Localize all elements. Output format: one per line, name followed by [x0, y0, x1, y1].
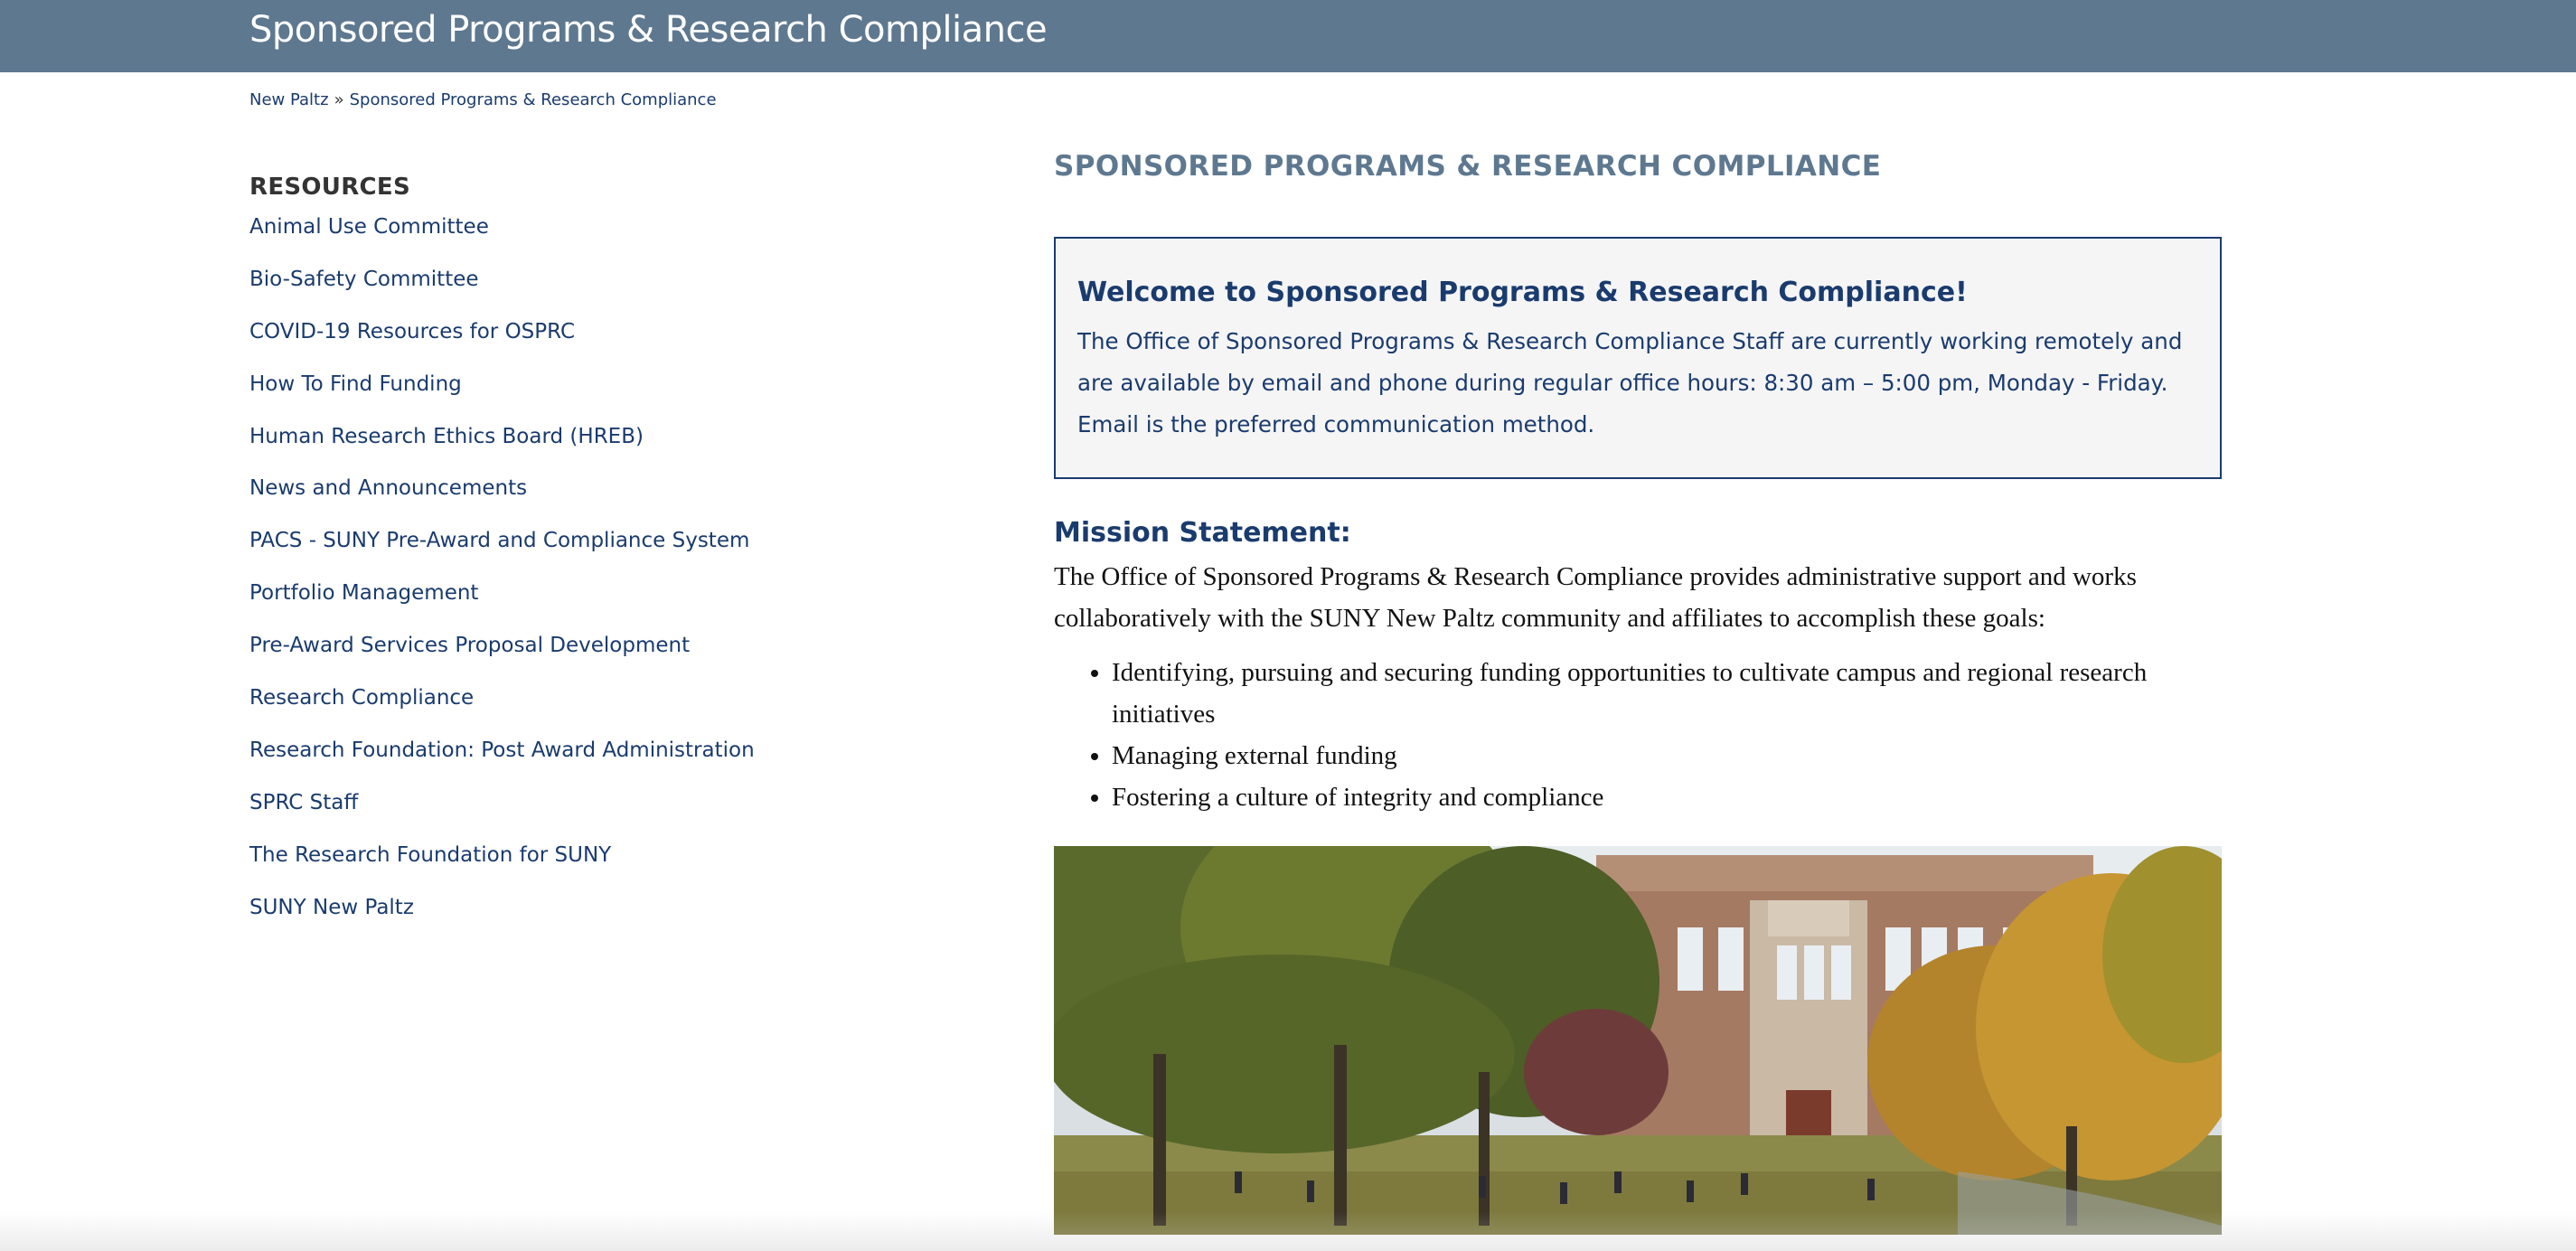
- sidebar-item-covid: COVID-19 Resources for OSPRC: [249, 320, 900, 372]
- resources-sidebar: RESOURCES Animal Use Committee Bio-Safet…: [249, 174, 900, 947]
- sidebar-link-hreb[interactable]: Human Research Ethics Board (HREB): [249, 425, 644, 448]
- mission-title: Mission Statement:: [1054, 517, 1351, 549]
- sidebar-item-research-foundation: The Research Foundation for SUNY: [249, 843, 900, 896]
- sidebar-item-pre-award: Pre-Award Services Proposal Development: [249, 634, 900, 686]
- goals-list: Identifying, pursuing and securing fundi…: [1054, 652, 2222, 818]
- sidebar-link-suny-new-paltz[interactable]: SUNY New Paltz: [249, 896, 414, 919]
- sidebar-item-find-funding: How To Find Funding: [249, 372, 900, 425]
- campus-photo-illustration: [1054, 846, 2222, 1235]
- mission-text: The Office of Sponsored Programs & Resea…: [1054, 562, 2137, 633]
- sidebar-item-news: News and Announcements: [249, 476, 900, 529]
- goal-item: Fostering a culture of integrity and com…: [1112, 776, 2178, 818]
- welcome-text: The Office of Sponsored Programs & Resea…: [1077, 328, 2183, 437]
- sidebar-item-bio-safety: Bio-Safety Committee: [249, 268, 900, 320]
- breadcrumb-current-link[interactable]: Sponsored Programs & Research Compliance: [350, 90, 717, 109]
- campus-photo: [1054, 846, 2222, 1235]
- sidebar-link-animal-use[interactable]: Animal Use Committee: [249, 215, 489, 239]
- sidebar-link-news[interactable]: News and Announcements: [249, 476, 527, 500]
- sidebar-link-portfolio[interactable]: Portfolio Management: [249, 581, 478, 605]
- breadcrumb: New Paltz » Sponsored Programs & Research …: [249, 90, 717, 109]
- sidebar-link-pacs[interactable]: PACS - SUNY Pre-Award and Compliance Sys…: [249, 529, 749, 552]
- bottom-shadow: [0, 1211, 2576, 1251]
- breadcrumb-home-link[interactable]: New Paltz: [249, 90, 329, 109]
- sidebar-link-find-funding[interactable]: How To Find Funding: [249, 372, 462, 396]
- site-title-link[interactable]: Sponsored Programs & Research Compliance: [249, 9, 1048, 51]
- goal-item: Identifying, pursuing and securing fundi…: [1112, 652, 2178, 735]
- sidebar-item-research-compliance: Research Compliance: [249, 686, 900, 738]
- sidebar-item-animal-use: Animal Use Committee: [249, 215, 900, 268]
- resources-list: Animal Use Committee Bio-Safety Committe…: [249, 215, 900, 947]
- sidebar-link-research-compliance[interactable]: Research Compliance: [249, 686, 474, 710]
- site-header: Sponsored Programs & Research Compliance: [0, 0, 2576, 72]
- breadcrumb-separator: »: [334, 90, 344, 109]
- sidebar-item-post-award: Research Foundation: Post Award Administ…: [249, 738, 900, 791]
- welcome-box: Welcome to Sponsored Programs & Research…: [1054, 237, 2222, 479]
- mission-statement: Mission Statement: The Office of Sponsor…: [1054, 517, 2222, 818]
- sidebar-item-hreb: Human Research Ethics Board (HREB): [249, 425, 900, 477]
- sidebar-link-bio-safety[interactable]: Bio-Safety Committee: [249, 268, 479, 291]
- sidebar-item-pacs: PACS - SUNY Pre-Award and Compliance Sys…: [249, 529, 900, 581]
- sidebar-heading: RESOURCES: [249, 174, 411, 201]
- welcome-title: Welcome to Sponsored Programs & Research…: [1077, 277, 1968, 308]
- sidebar-item-sprc-staff: SPRC Staff: [249, 791, 900, 843]
- sidebar-item-portfolio: Portfolio Management: [249, 581, 900, 634]
- page-title: SPONSORED PROGRAMS & RESEARCH COMPLIANCE: [1054, 150, 1882, 183]
- sidebar-link-research-foundation[interactable]: The Research Foundation for SUNY: [249, 843, 611, 867]
- sidebar-item-suny-new-paltz: SUNY New Paltz: [249, 896, 900, 948]
- main-content: SPONSORED PROGRAMS & RESEARCH COMPLIANCE…: [1054, 150, 2222, 1235]
- sidebar-link-sprc-staff[interactable]: SPRC Staff: [249, 791, 358, 814]
- sidebar-link-post-award[interactable]: Research Foundation: Post Award Administ…: [249, 738, 755, 762]
- goal-item: Managing external funding: [1112, 735, 2178, 776]
- sidebar-link-covid[interactable]: COVID-19 Resources for OSPRC: [249, 320, 575, 343]
- sidebar-link-pre-award[interactable]: Pre-Award Services Proposal Development: [249, 634, 690, 657]
